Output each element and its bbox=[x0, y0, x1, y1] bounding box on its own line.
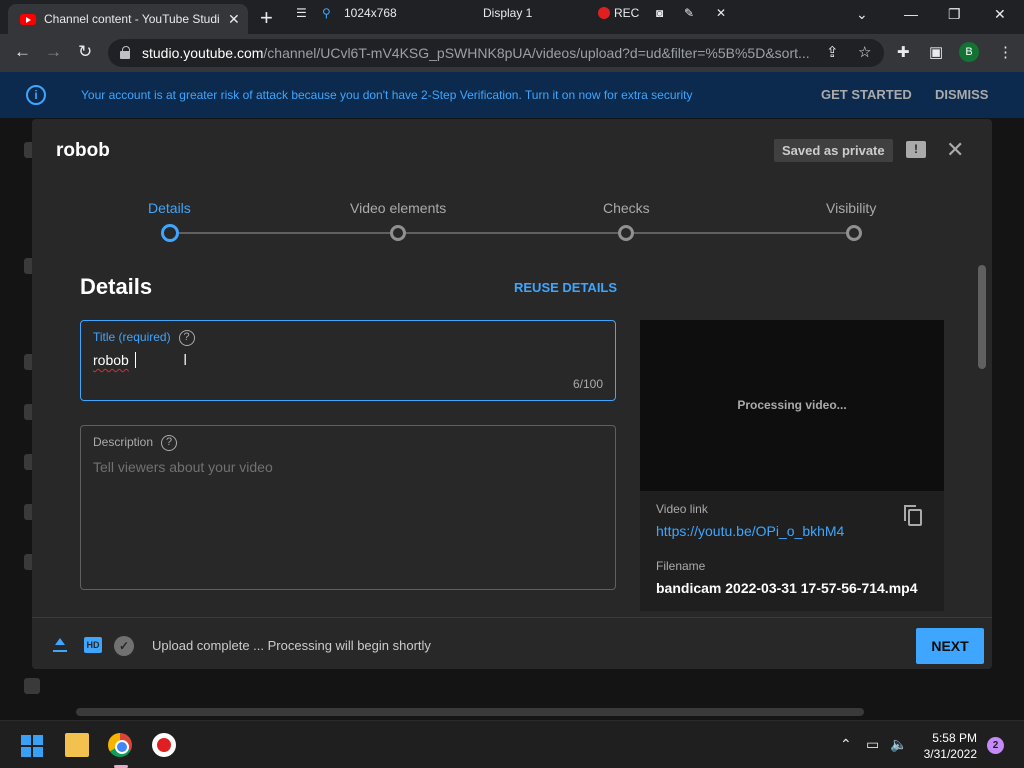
step-dot-details[interactable] bbox=[161, 224, 179, 242]
tab-close-icon[interactable]: ✕ bbox=[228, 11, 240, 28]
window-close-icon[interactable]: ✕ bbox=[994, 6, 1006, 23]
step-visibility[interactable]: Visibility bbox=[826, 200, 876, 216]
feedback-icon bbox=[24, 678, 40, 694]
description-label-text: Description bbox=[93, 435, 154, 450]
dialog-scrollbar[interactable] bbox=[978, 265, 986, 369]
url-path: /channel/UCvl6T-mV4KSG_pSWHNK8pUA/videos… bbox=[263, 45, 810, 61]
browser-tab[interactable]: Channel content - YouTube Studio ✕ bbox=[8, 4, 248, 34]
upload-status-text: Upload complete ... Processing will begi… bbox=[152, 638, 431, 653]
url-host: studio.youtube.com bbox=[142, 45, 264, 61]
pen-icon[interactable]: ✎ bbox=[684, 0, 694, 26]
video-info-card: Video link https://youtu.be/OPi_o_bkhM4 … bbox=[640, 491, 944, 611]
dismiss-button[interactable]: DISMISS bbox=[935, 87, 988, 102]
record-dot-icon bbox=[598, 7, 610, 19]
clock-date: 3/31/2022 bbox=[923, 747, 977, 761]
extensions-icon[interactable]: ✚ bbox=[897, 43, 910, 61]
dialog-close-icon[interactable]: ✕ bbox=[946, 137, 964, 163]
upload-icon bbox=[53, 638, 67, 652]
next-button[interactable]: NEXT bbox=[916, 628, 984, 664]
video-link[interactable]: https://youtu.be/OPi_o_bkhM4 bbox=[656, 523, 844, 539]
reload-icon[interactable]: ↻ bbox=[78, 42, 92, 62]
upload-dialog: robob Saved as private ! ✕ Details Video… bbox=[32, 119, 992, 669]
security-banner: i Your account is at greater risk of att… bbox=[0, 72, 1024, 118]
info-icon: i bbox=[26, 85, 46, 105]
windows-taskbar: ⌃ ▭ 🔈 5:58 PM 3/31/2022 2 bbox=[0, 720, 1024, 768]
file-explorer-icon[interactable] bbox=[65, 733, 89, 757]
clock[interactable]: 5:58 PM 3/31/2022 bbox=[915, 730, 977, 762]
step-video-elements[interactable]: Video elements bbox=[350, 200, 446, 216]
stepper-track bbox=[170, 232, 854, 234]
checks-icon: ✓ bbox=[114, 636, 134, 656]
youtube-favicon-icon bbox=[20, 13, 36, 25]
video-link-label: Video link bbox=[656, 502, 708, 516]
processing-text: Processing video... bbox=[737, 398, 847, 412]
menu-icon[interactable]: ☰ bbox=[296, 0, 307, 26]
page-horizontal-scrollbar[interactable] bbox=[76, 708, 864, 716]
restore-icon[interactable]: ❐ bbox=[948, 6, 961, 23]
description-field[interactable]: Description? Tell viewers about your vid… bbox=[80, 425, 616, 590]
saved-status-badge: Saved as private bbox=[774, 139, 893, 162]
video-preview: Processing video... bbox=[640, 320, 944, 491]
dialog-footer: HD ✓ Upload complete ... Processing will… bbox=[32, 617, 992, 669]
recorder-rec-button[interactable]: REC bbox=[598, 0, 639, 26]
step-dot-visibility[interactable] bbox=[846, 225, 862, 241]
ibeam-cursor-icon: I bbox=[183, 352, 188, 369]
description-field-label: Description? bbox=[93, 435, 178, 451]
recorder-rec-label: REC bbox=[614, 6, 640, 20]
share-icon[interactable]: ⇪ bbox=[826, 43, 839, 61]
filename-value: bandicam 2022-03-31 17-57-56-714.mp4 bbox=[656, 580, 918, 596]
title-field-label: Title (required)? bbox=[93, 330, 195, 346]
camera-icon[interactable]: ◙ bbox=[656, 0, 663, 26]
back-icon[interactable]: ← bbox=[14, 42, 31, 62]
get-started-button[interactable]: GET STARTED bbox=[821, 87, 912, 102]
browser-tab-strip: Channel content - YouTube Studio ✕ + ☰ ⚲… bbox=[0, 0, 1024, 34]
title-field[interactable]: Title (required)? robob I 6/100 bbox=[80, 320, 616, 401]
feedback-icon[interactable]: ! bbox=[906, 141, 926, 158]
notification-badge[interactable]: 2 bbox=[987, 737, 1004, 754]
volume-icon[interactable]: 🔈 bbox=[890, 736, 907, 753]
reuse-details-button[interactable]: REUSE DETAILS bbox=[514, 280, 617, 295]
tab-search-icon[interactable]: ⌄ bbox=[856, 6, 868, 23]
recorder-resolution: 1024x768 bbox=[344, 6, 397, 20]
dialog-title: robob bbox=[56, 140, 110, 161]
text-caret bbox=[135, 352, 136, 368]
address-bar[interactable]: studio.youtube.com/channel/UCvl6T-mV4KSG… bbox=[108, 39, 884, 67]
more-menu-icon[interactable]: ⋮ bbox=[998, 43, 1013, 61]
pin-icon[interactable]: ⚲ bbox=[322, 0, 331, 26]
clock-time: 5:58 PM bbox=[932, 731, 977, 745]
profile-avatar[interactable]: B bbox=[959, 42, 979, 62]
network-icon[interactable]: ▭ bbox=[866, 736, 879, 753]
screen-recorder-icon[interactable] bbox=[152, 733, 176, 757]
help-icon[interactable]: ? bbox=[161, 435, 178, 451]
section-heading: Details bbox=[80, 274, 153, 299]
hd-processing-icon: HD bbox=[84, 637, 102, 653]
title-char-count: 6/100 bbox=[572, 377, 603, 391]
copy-icon[interactable] bbox=[904, 505, 922, 526]
title-input-value[interactable]: robob bbox=[93, 352, 129, 368]
new-tab-button[interactable]: + bbox=[260, 5, 273, 31]
bookmark-star-icon[interactable]: ☆ bbox=[858, 43, 871, 61]
forward-icon[interactable]: → bbox=[45, 42, 62, 62]
minimize-icon[interactable]: — bbox=[904, 6, 918, 22]
filename-label: Filename bbox=[656, 559, 706, 573]
step-details[interactable]: Details bbox=[148, 200, 191, 216]
lock-icon bbox=[120, 46, 130, 59]
description-placeholder[interactable]: Tell viewers about your video bbox=[93, 459, 273, 475]
tray-chevron-icon[interactable]: ⌃ bbox=[840, 736, 852, 753]
chrome-icon[interactable] bbox=[108, 733, 132, 757]
url-text[interactable]: studio.youtube.com/channel/UCvl6T-mV4KSG… bbox=[142, 45, 812, 61]
step-dot-checks[interactable] bbox=[618, 225, 634, 241]
banner-message: Your account is at greater risk of attac… bbox=[81, 88, 693, 102]
recorder-close-icon[interactable]: ✕ bbox=[716, 0, 726, 26]
step-checks[interactable]: Checks bbox=[603, 200, 650, 216]
side-panel-icon[interactable]: ▣ bbox=[929, 43, 943, 61]
tab-title: Channel content - YouTube Studio bbox=[44, 12, 220, 26]
help-icon[interactable]: ? bbox=[178, 330, 195, 346]
windows-start-icon[interactable] bbox=[21, 735, 43, 757]
step-dot-video-elements[interactable] bbox=[390, 225, 406, 241]
title-label-text: Title (required) bbox=[93, 330, 171, 345]
recorder-display: Display 1 bbox=[483, 6, 533, 20]
